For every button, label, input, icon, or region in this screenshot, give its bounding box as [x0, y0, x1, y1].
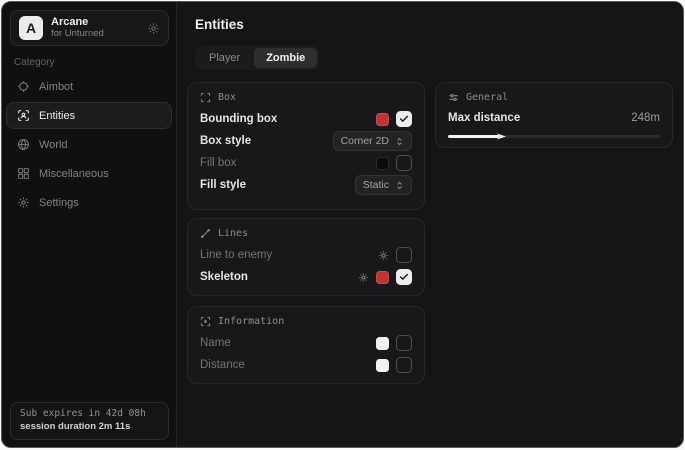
sidebar-item-miscellaneous[interactable]: Miscellaneous: [6, 160, 172, 187]
color-swatch[interactable]: [376, 157, 389, 170]
color-swatch[interactable]: [376, 337, 389, 350]
slider-fill: [448, 135, 499, 138]
setting-label: Box style: [200, 135, 251, 147]
sidebar-item-label: Aimbot: [39, 81, 73, 93]
setting-label: Distance: [200, 359, 245, 371]
checkbox[interactable]: [396, 335, 412, 351]
slider-value: 248m: [631, 112, 660, 124]
dropdown-value: Static: [363, 179, 389, 191]
box-card-header: Box: [200, 92, 412, 103]
checkbox[interactable]: [396, 155, 412, 171]
setting-row-fill-style: Fill style Static: [200, 174, 412, 196]
general-card: General Max distance 248m: [435, 82, 673, 148]
sidebar-item-entities[interactable]: Entities: [6, 102, 172, 129]
setting-label: Bounding box: [200, 113, 277, 125]
setting-label: Max distance: [448, 112, 520, 124]
information-card-header: Information: [200, 316, 412, 327]
sliders-icon: [448, 92, 459, 103]
chevron-updown-icon: [395, 181, 404, 190]
chevron-updown-icon: [395, 137, 404, 146]
lines-card: Lines Line to enemy Skele: [187, 218, 425, 296]
scan-dot-icon: [200, 316, 211, 327]
setting-label: Line to enemy: [200, 249, 272, 261]
brand-card: A Arcane for Unturned: [10, 10, 169, 46]
setting-row-box-style: Box style Corner 2D: [200, 130, 412, 152]
gear-icon[interactable]: [147, 22, 160, 35]
session-duration-text: session duration 2m 11s: [20, 421, 159, 434]
setting-label: Fill style: [200, 179, 246, 191]
setting-row-bounding-box: Bounding box: [200, 108, 412, 130]
setting-label: Fill box: [200, 157, 236, 169]
tab-player[interactable]: Player: [197, 48, 252, 68]
setting-row-max-distance: Max distance 248m: [448, 108, 660, 128]
checkbox[interactable]: [396, 111, 412, 127]
app-title: Arcane: [51, 16, 139, 29]
dropdown-value: Corner 2D: [341, 135, 389, 147]
app-window: A Arcane for Unturned Category A: [1, 1, 684, 448]
card-title: Box: [218, 92, 236, 103]
main-content: Entities Player Zombie Box Bounding box: [178, 2, 683, 447]
gear-icon: [16, 196, 30, 209]
gear-icon[interactable]: [378, 250, 389, 261]
box-card: Box Bounding box Box style Corner 2D: [187, 82, 425, 210]
sidebar-nav: Aimbot Entities World: [6, 73, 172, 218]
general-card-header: General: [448, 92, 660, 103]
grid-icon: [16, 167, 30, 180]
sub-expiry-text: Sub expires in 42d 08h: [20, 408, 159, 421]
tab-label: Player: [209, 52, 240, 64]
sidebar-item-label: Miscellaneous: [39, 168, 109, 180]
lines-card-header: Lines: [200, 228, 412, 239]
setting-row-fill-box: Fill box: [200, 152, 412, 174]
sidebar-item-aimbot[interactable]: Aimbot: [6, 73, 172, 100]
box-style-dropdown[interactable]: Corner 2D: [333, 131, 412, 151]
sidebar-item-world[interactable]: World: [6, 131, 172, 158]
corners-icon: [200, 92, 211, 103]
fill-style-dropdown[interactable]: Static: [355, 175, 412, 195]
sidebar: A Arcane for Unturned Category A: [2, 2, 177, 447]
setting-row-skeleton: Skeleton: [200, 266, 412, 288]
color-swatch[interactable]: [376, 271, 389, 284]
checkbox[interactable]: [396, 357, 412, 373]
app-subtitle: for Unturned: [51, 29, 139, 40]
gear-icon[interactable]: [358, 272, 369, 283]
checkbox[interactable]: [396, 269, 412, 285]
sidebar-item-label: Settings: [39, 197, 79, 209]
color-swatch[interactable]: [376, 113, 389, 126]
page-title: Entities: [195, 17, 244, 32]
card-title: Lines: [218, 228, 248, 239]
slider-thumb[interactable]: [497, 132, 506, 141]
entity-tabs: Player Zombie: [195, 46, 319, 70]
card-title: Information: [218, 316, 284, 327]
sidebar-item-settings[interactable]: Settings: [6, 189, 172, 216]
color-swatch[interactable]: [376, 359, 389, 372]
max-distance-slider[interactable]: [448, 135, 660, 138]
setting-label: Name: [200, 337, 231, 349]
checkbox[interactable]: [396, 247, 412, 263]
app-logo: A: [19, 16, 43, 40]
tab-zombie[interactable]: Zombie: [254, 48, 317, 68]
sidebar-item-label: World: [39, 139, 68, 151]
setting-row-name: Name: [200, 332, 412, 354]
scan-person-icon: [16, 109, 30, 122]
setting-row-line-to-enemy: Line to enemy: [200, 244, 412, 266]
sidebar-item-label: Entities: [39, 110, 75, 122]
card-title: General: [466, 92, 508, 103]
category-label: Category: [14, 57, 55, 68]
information-card: Information Name Distance: [187, 306, 425, 384]
diagonal-line-icon: [200, 228, 211, 239]
globe-icon: [16, 138, 30, 151]
tab-label: Zombie: [266, 52, 305, 64]
crosshair-icon: [16, 80, 30, 93]
setting-label: Skeleton: [200, 271, 248, 283]
setting-row-distance: Distance: [200, 354, 412, 376]
subscription-card: Sub expires in 42d 08h session duration …: [10, 402, 169, 440]
brand-text: Arcane for Unturned: [51, 16, 139, 40]
